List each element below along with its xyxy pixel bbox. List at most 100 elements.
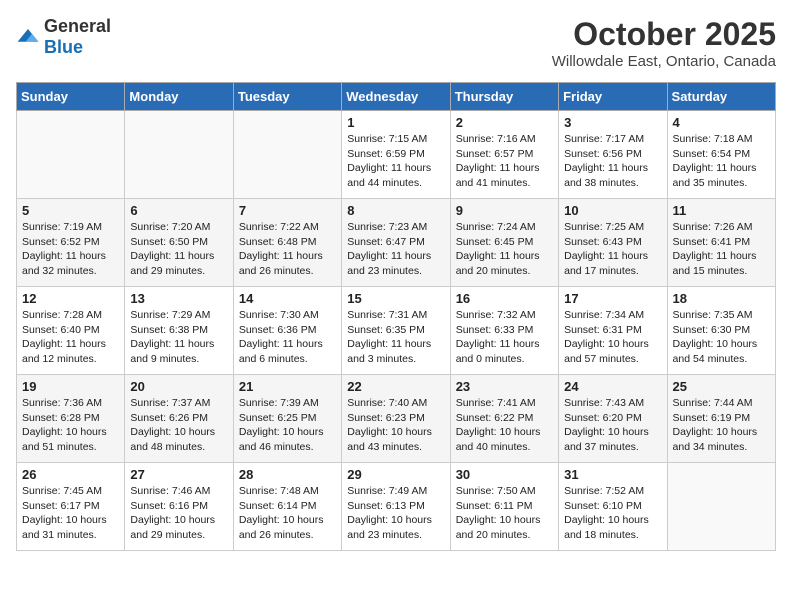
sunrise-text: Sunrise: 7:46 AM — [130, 485, 210, 497]
day-number: 28 — [239, 467, 336, 482]
sunrise-text: Sunrise: 7:35 AM — [673, 309, 753, 321]
daylight-text: Daylight: 10 hours and 31 minutes. — [22, 514, 107, 541]
day-info: Sunrise: 7:52 AM Sunset: 6:10 PM Dayligh… — [564, 484, 661, 543]
sunset-text: Sunset: 6:59 PM — [347, 148, 425, 160]
week-row-3: 12 Sunrise: 7:28 AM Sunset: 6:40 PM Dayl… — [17, 287, 776, 375]
daylight-text: Daylight: 10 hours and 51 minutes. — [22, 426, 107, 453]
day-info: Sunrise: 7:25 AM Sunset: 6:43 PM Dayligh… — [564, 220, 661, 279]
sunset-text: Sunset: 6:10 PM — [564, 500, 642, 512]
day-cell — [667, 463, 775, 551]
day-cell: 6 Sunrise: 7:20 AM Sunset: 6:50 PM Dayli… — [125, 199, 233, 287]
day-number: 26 — [22, 467, 119, 482]
sunrise-text: Sunrise: 7:18 AM — [673, 133, 753, 145]
sunset-text: Sunset: 6:57 PM — [456, 148, 534, 160]
sunrise-text: Sunrise: 7:49 AM — [347, 485, 427, 497]
daylight-text: Daylight: 10 hours and 40 minutes. — [456, 426, 541, 453]
sunset-text: Sunset: 6:36 PM — [239, 324, 317, 336]
sunrise-text: Sunrise: 7:25 AM — [564, 221, 644, 233]
sunset-text: Sunset: 6:25 PM — [239, 412, 317, 424]
week-row-4: 19 Sunrise: 7:36 AM Sunset: 6:28 PM Dayl… — [17, 375, 776, 463]
day-info: Sunrise: 7:23 AM Sunset: 6:47 PM Dayligh… — [347, 220, 444, 279]
daylight-text: Daylight: 11 hours and 15 minutes. — [673, 250, 757, 277]
day-info: Sunrise: 7:26 AM Sunset: 6:41 PM Dayligh… — [673, 220, 770, 279]
day-number: 14 — [239, 291, 336, 306]
day-cell: 24 Sunrise: 7:43 AM Sunset: 6:20 PM Dayl… — [559, 375, 667, 463]
daylight-text: Daylight: 10 hours and 48 minutes. — [130, 426, 215, 453]
sunrise-text: Sunrise: 7:48 AM — [239, 485, 319, 497]
sunrise-text: Sunrise: 7:28 AM — [22, 309, 102, 321]
daylight-text: Daylight: 11 hours and 12 minutes. — [22, 338, 106, 365]
day-info: Sunrise: 7:36 AM Sunset: 6:28 PM Dayligh… — [22, 396, 119, 455]
day-number: 21 — [239, 379, 336, 394]
sunrise-text: Sunrise: 7:16 AM — [456, 133, 536, 145]
day-cell: 8 Sunrise: 7:23 AM Sunset: 6:47 PM Dayli… — [342, 199, 450, 287]
day-number: 27 — [130, 467, 227, 482]
day-info: Sunrise: 7:15 AM Sunset: 6:59 PM Dayligh… — [347, 132, 444, 191]
day-cell: 26 Sunrise: 7:45 AM Sunset: 6:17 PM Dayl… — [17, 463, 125, 551]
day-info: Sunrise: 7:18 AM Sunset: 6:54 PM Dayligh… — [673, 132, 770, 191]
day-cell: 22 Sunrise: 7:40 AM Sunset: 6:23 PM Dayl… — [342, 375, 450, 463]
sunset-text: Sunset: 6:52 PM — [22, 236, 100, 248]
day-cell: 29 Sunrise: 7:49 AM Sunset: 6:13 PM Dayl… — [342, 463, 450, 551]
day-number: 24 — [564, 379, 661, 394]
daylight-text: Daylight: 11 hours and 41 minutes. — [456, 162, 540, 189]
day-cell: 17 Sunrise: 7:34 AM Sunset: 6:31 PM Dayl… — [559, 287, 667, 375]
daylight-text: Daylight: 10 hours and 34 minutes. — [673, 426, 758, 453]
daylight-text: Daylight: 11 hours and 29 minutes. — [130, 250, 214, 277]
weekday-header-wednesday: Wednesday — [342, 83, 450, 111]
sunset-text: Sunset: 6:11 PM — [456, 500, 533, 512]
day-cell: 30 Sunrise: 7:50 AM Sunset: 6:11 PM Dayl… — [450, 463, 558, 551]
daylight-text: Daylight: 10 hours and 37 minutes. — [564, 426, 649, 453]
day-info: Sunrise: 7:31 AM Sunset: 6:35 PM Dayligh… — [347, 308, 444, 367]
sunrise-text: Sunrise: 7:17 AM — [564, 133, 644, 145]
sunrise-text: Sunrise: 7:24 AM — [456, 221, 536, 233]
sunset-text: Sunset: 6:17 PM — [22, 500, 100, 512]
day-cell — [17, 111, 125, 199]
day-info: Sunrise: 7:22 AM Sunset: 6:48 PM Dayligh… — [239, 220, 336, 279]
day-info: Sunrise: 7:49 AM Sunset: 6:13 PM Dayligh… — [347, 484, 444, 543]
month-title: October 2025 — [552, 16, 776, 53]
sunrise-text: Sunrise: 7:32 AM — [456, 309, 536, 321]
day-cell: 14 Sunrise: 7:30 AM Sunset: 6:36 PM Dayl… — [233, 287, 341, 375]
sunrise-text: Sunrise: 7:30 AM — [239, 309, 319, 321]
sunrise-text: Sunrise: 7:19 AM — [22, 221, 102, 233]
day-info: Sunrise: 7:34 AM Sunset: 6:31 PM Dayligh… — [564, 308, 661, 367]
day-cell: 19 Sunrise: 7:36 AM Sunset: 6:28 PM Dayl… — [17, 375, 125, 463]
sunset-text: Sunset: 6:45 PM — [456, 236, 534, 248]
day-number: 11 — [673, 203, 770, 218]
week-row-5: 26 Sunrise: 7:45 AM Sunset: 6:17 PM Dayl… — [17, 463, 776, 551]
day-info: Sunrise: 7:20 AM Sunset: 6:50 PM Dayligh… — [130, 220, 227, 279]
day-info: Sunrise: 7:50 AM Sunset: 6:11 PM Dayligh… — [456, 484, 553, 543]
day-number: 29 — [347, 467, 444, 482]
daylight-text: Daylight: 11 hours and 0 minutes. — [456, 338, 540, 365]
daylight-text: Daylight: 10 hours and 29 minutes. — [130, 514, 215, 541]
day-number: 20 — [130, 379, 227, 394]
day-cell: 10 Sunrise: 7:25 AM Sunset: 6:43 PM Dayl… — [559, 199, 667, 287]
day-number: 5 — [22, 203, 119, 218]
title-block: October 2025 Willowdale East, Ontario, C… — [552, 16, 776, 70]
day-info: Sunrise: 7:17 AM Sunset: 6:56 PM Dayligh… — [564, 132, 661, 191]
sunset-text: Sunset: 6:38 PM — [130, 324, 208, 336]
sunrise-text: Sunrise: 7:36 AM — [22, 397, 102, 409]
day-number: 1 — [347, 115, 444, 130]
sunset-text: Sunset: 6:28 PM — [22, 412, 100, 424]
day-cell — [233, 111, 341, 199]
day-number: 9 — [456, 203, 553, 218]
sunrise-text: Sunrise: 7:50 AM — [456, 485, 536, 497]
day-info: Sunrise: 7:40 AM Sunset: 6:23 PM Dayligh… — [347, 396, 444, 455]
daylight-text: Daylight: 10 hours and 46 minutes. — [239, 426, 324, 453]
sunset-text: Sunset: 6:30 PM — [673, 324, 751, 336]
sunrise-text: Sunrise: 7:20 AM — [130, 221, 210, 233]
day-cell: 21 Sunrise: 7:39 AM Sunset: 6:25 PM Dayl… — [233, 375, 341, 463]
sunrise-text: Sunrise: 7:52 AM — [564, 485, 644, 497]
daylight-text: Daylight: 11 hours and 23 minutes. — [347, 250, 431, 277]
sunset-text: Sunset: 6:19 PM — [673, 412, 751, 424]
day-info: Sunrise: 7:48 AM Sunset: 6:14 PM Dayligh… — [239, 484, 336, 543]
day-cell: 7 Sunrise: 7:22 AM Sunset: 6:48 PM Dayli… — [233, 199, 341, 287]
sunrise-text: Sunrise: 7:15 AM — [347, 133, 427, 145]
week-row-1: 1 Sunrise: 7:15 AM Sunset: 6:59 PM Dayli… — [17, 111, 776, 199]
sunset-text: Sunset: 6:33 PM — [456, 324, 534, 336]
day-number: 6 — [130, 203, 227, 218]
daylight-text: Daylight: 11 hours and 9 minutes. — [130, 338, 214, 365]
day-info: Sunrise: 7:39 AM Sunset: 6:25 PM Dayligh… — [239, 396, 336, 455]
